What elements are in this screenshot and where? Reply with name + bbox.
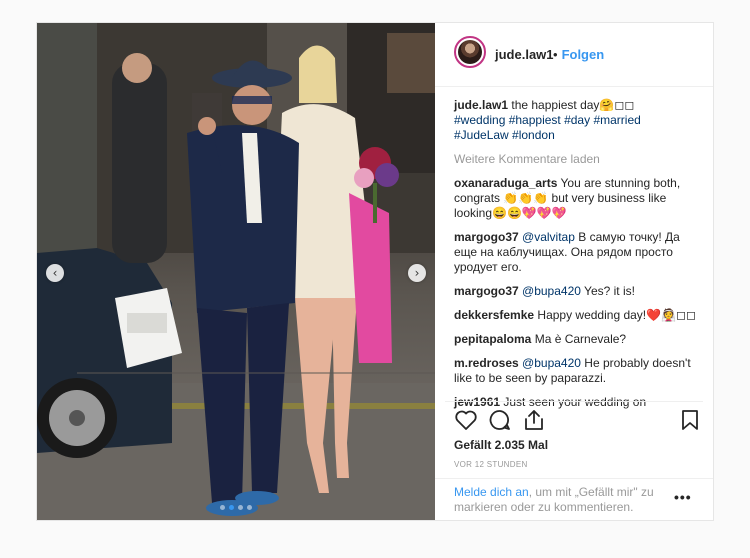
- caption: jude.law1 the happiest day🤗◻◻ #wedding #…: [454, 98, 704, 143]
- divider: [435, 478, 713, 479]
- divider: [445, 401, 703, 402]
- post-photo[interactable]: ‹ ›: [37, 23, 435, 520]
- bookmark-icon[interactable]: [680, 409, 700, 436]
- comment-mention[interactable]: @valvitap: [522, 230, 575, 244]
- comment-item: dekkersfemke Happy wedding day!❤️👰◻◻: [454, 308, 704, 323]
- separator-dot: •: [553, 47, 558, 62]
- post-side-panel: jude.law1 • Folgen jude.law1 the happiest…: [435, 23, 713, 520]
- comment-username[interactable]: pepitapaloma: [454, 332, 531, 346]
- carousel-dot: [220, 505, 225, 510]
- post-timestamp: VOR 12 STUNDEN: [454, 460, 528, 469]
- carousel-next-button[interactable]: ›: [408, 264, 426, 282]
- login-prompt: Melde dich an, um mit „Gefällt mir" zu m…: [454, 485, 674, 515]
- caption-username[interactable]: jude.law1: [454, 98, 508, 112]
- comment-item: margogo37 @bupa420 Yes? it is!: [454, 284, 704, 299]
- carousel-dot-active: [229, 505, 234, 510]
- comment-text: Ma è Carnevale?: [531, 332, 627, 346]
- comment-username[interactable]: dekkersfemke: [454, 308, 534, 322]
- caption-hashtags[interactable]: #JudeLaw #london: [454, 128, 555, 142]
- post-card: ‹ › jude.law1 • Folgen jude.law1 the happ…: [36, 22, 714, 521]
- comment-icon[interactable]: [488, 409, 512, 436]
- likes-count[interactable]: Gefällt 2.035 Mal: [454, 438, 548, 452]
- comment-mention[interactable]: @bupa420: [522, 284, 581, 298]
- post-header: jude.law1 • Folgen: [435, 23, 713, 87]
- comment-username[interactable]: margogo37: [454, 284, 519, 298]
- share-icon[interactable]: [522, 409, 546, 436]
- carousel-dot: [238, 505, 243, 510]
- comment-item: jew1961 Just seen your wedding on: [454, 395, 704, 410]
- comment-text: Yes? it is!: [580, 284, 635, 298]
- header-username[interactable]: jude.law1: [495, 47, 554, 62]
- wedding-photo-illustration: [37, 23, 435, 520]
- follow-label: Folgen: [561, 47, 605, 62]
- carousel-prev-button[interactable]: ‹: [46, 264, 64, 282]
- comment-item: margogo37 @valvitap В самую точку! Да ещ…: [454, 230, 704, 275]
- avatar[interactable]: [454, 36, 486, 68]
- comment-text: Just seen your wedding on: [500, 395, 647, 409]
- comment-username[interactable]: jew1961: [454, 395, 500, 409]
- comment-username[interactable]: margogo37: [454, 230, 519, 244]
- login-link[interactable]: Melde dich an: [454, 485, 529, 499]
- carousel-indicator: [37, 505, 435, 510]
- comment-item: m.redroses @bupa420 He probably doesn't …: [454, 356, 704, 386]
- caption-hashtags[interactable]: #wedding #happiest #day #married: [454, 113, 641, 127]
- comment-username[interactable]: oxanaraduga_arts: [454, 176, 557, 190]
- comment-item: oxanaraduga_arts You are stunning both, …: [454, 176, 704, 221]
- caption-text: the happiest day🤗◻◻: [508, 98, 635, 112]
- comment-mention[interactable]: @bupa420: [522, 356, 581, 370]
- avatar-image: [458, 40, 482, 64]
- follow-button[interactable]: • Folgen: [553, 47, 604, 62]
- heart-icon[interactable]: [454, 409, 478, 436]
- comment-username[interactable]: m.redroses: [454, 356, 519, 370]
- chevron-right-icon: ›: [414, 266, 420, 280]
- action-bar: [454, 409, 704, 435]
- comments-list: jude.law1 the happiest day🤗◻◻ #wedding #…: [454, 98, 704, 419]
- carousel-dot: [247, 505, 252, 510]
- load-more-comments-link[interactable]: Weitere Kommentare laden: [454, 152, 704, 167]
- comment-text: Happy wedding day!❤️👰◻◻: [534, 308, 696, 322]
- comment-item: pepitapaloma Ma è Carnevale?: [454, 332, 704, 347]
- chevron-left-icon: ‹: [52, 266, 58, 280]
- more-options-icon[interactable]: •••: [674, 489, 692, 505]
